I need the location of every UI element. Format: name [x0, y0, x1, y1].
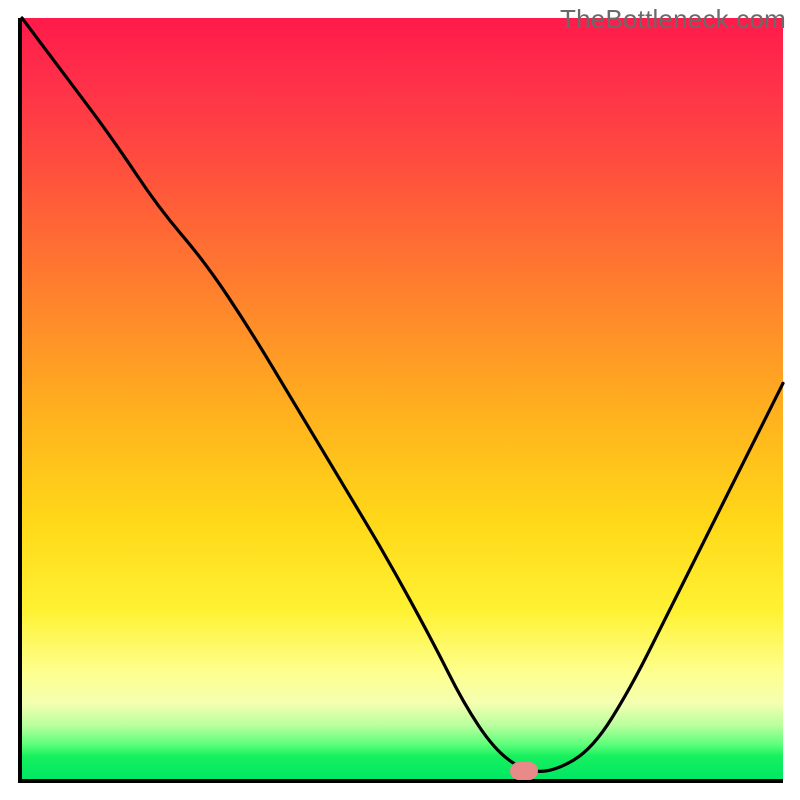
optimal-point-marker: [510, 762, 538, 780]
plot-area: [18, 18, 783, 783]
watermark-text: TheBottleneck.com: [560, 4, 786, 35]
bottleneck-curve-svg: [22, 18, 783, 779]
bottleneck-curve-path: [22, 18, 783, 771]
bottleneck-chart: TheBottleneck.com: [0, 0, 800, 800]
